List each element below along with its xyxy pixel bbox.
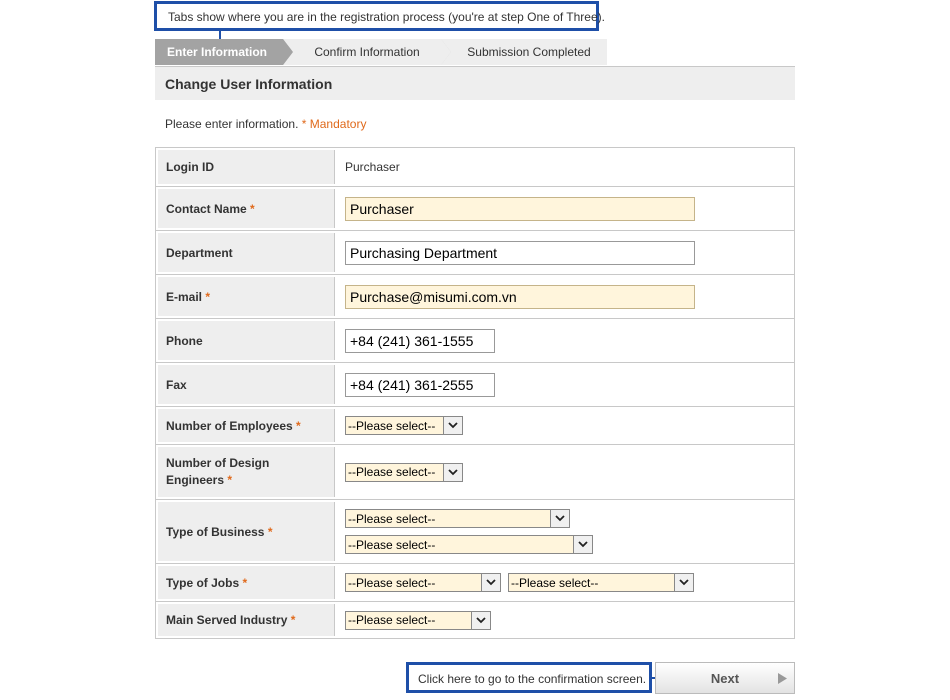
row-phone: Phone +84 (241) 361-1555 (156, 318, 794, 362)
main-served-industry-label: Main Served Industry * (158, 604, 335, 636)
row-num-employees: Number of Employees * --Please select-- (156, 406, 794, 444)
contact-name-input[interactable]: Purchaser (345, 196, 695, 221)
tab-submission-completed: Submission Completed (441, 39, 607, 65)
row-contact-name: Contact Name * Purchaser (156, 186, 794, 230)
num-employees-label: Number of Employees * (158, 409, 335, 442)
next-button[interactable]: Next (655, 662, 795, 694)
tabs-callout: Tabs show where you are in the registrat… (154, 1, 605, 31)
email-input[interactable]: Purchase@misumi.com.vn (345, 284, 695, 309)
chevron-down-icon (481, 574, 500, 591)
contact-name-label: Contact Name * (158, 189, 335, 228)
chevron-down-icon (573, 536, 592, 553)
fax-input[interactable]: +84 (241) 361-2555 (345, 372, 495, 397)
type-of-business-select-1[interactable]: --Please select-- (345, 509, 570, 528)
type-of-jobs-select-1[interactable]: --Please select-- (345, 573, 501, 592)
row-fax: Fax +84 (241) 361-2555 (156, 362, 794, 406)
step-tabs: Submission Completed Confirm Information… (155, 39, 607, 65)
tab-enter-information: Enter Information (155, 39, 293, 65)
email-label: E-mail * (158, 277, 335, 316)
num-design-engineers-label: Number of Design Engineers * (158, 447, 335, 497)
row-type-of-business: Type of Business * --Please select-- --P… (156, 499, 794, 563)
type-of-jobs-select-2[interactable]: --Please select-- (508, 573, 694, 592)
row-num-design-engineers: Number of Design Engineers * --Please se… (156, 444, 794, 499)
phone-label: Phone (158, 321, 335, 360)
chevron-down-icon (674, 574, 693, 591)
department-input[interactable]: Purchasing Department (345, 240, 695, 265)
intro-label: Please enter information. (165, 117, 299, 131)
department-label: Department (158, 233, 335, 272)
login-id-label: Login ID (158, 150, 335, 184)
type-of-business-select-2[interactable]: --Please select-- (345, 535, 593, 554)
login-id-value: Purchaser (345, 160, 400, 174)
type-of-business-label: Type of Business * (158, 502, 335, 561)
user-info-form: Login ID Purchaser Contact Name * Purcha… (155, 147, 795, 639)
next-button-label: Next (710, 670, 740, 686)
chevron-down-icon (443, 417, 462, 434)
mandatory-note: * Mandatory (301, 117, 367, 131)
section-title: Change User Information (155, 66, 795, 100)
chevron-down-icon (550, 510, 569, 527)
row-login-id: Login ID Purchaser (156, 148, 794, 186)
row-email: E-mail * Purchase@misumi.com.vn (156, 274, 794, 318)
row-type-of-jobs: Type of Jobs * --Please select-- --Pleas… (156, 563, 794, 601)
fax-label: Fax (158, 365, 335, 404)
num-employees-select[interactable]: --Please select-- (345, 416, 463, 435)
main-served-industry-select[interactable]: --Please select-- (345, 610, 491, 630)
chevron-down-icon (471, 611, 490, 629)
tab-confirm-information: Confirm Information (283, 39, 451, 65)
type-of-jobs-label: Type of Jobs * (158, 566, 335, 599)
chevron-down-icon (443, 463, 462, 481)
phone-input[interactable]: +84 (241) 361-1555 (345, 328, 495, 353)
row-main-served-industry: Main Served Industry * --Please select-- (156, 601, 794, 638)
next-callout: Click here to go to the confirmation scr… (406, 662, 652, 693)
num-design-engineers-select[interactable]: --Please select-- (345, 462, 463, 482)
play-arrow-icon (778, 673, 787, 684)
row-department: Department Purchasing Department (156, 230, 794, 274)
intro-text: Please enter information. * Mandatory (165, 117, 366, 131)
